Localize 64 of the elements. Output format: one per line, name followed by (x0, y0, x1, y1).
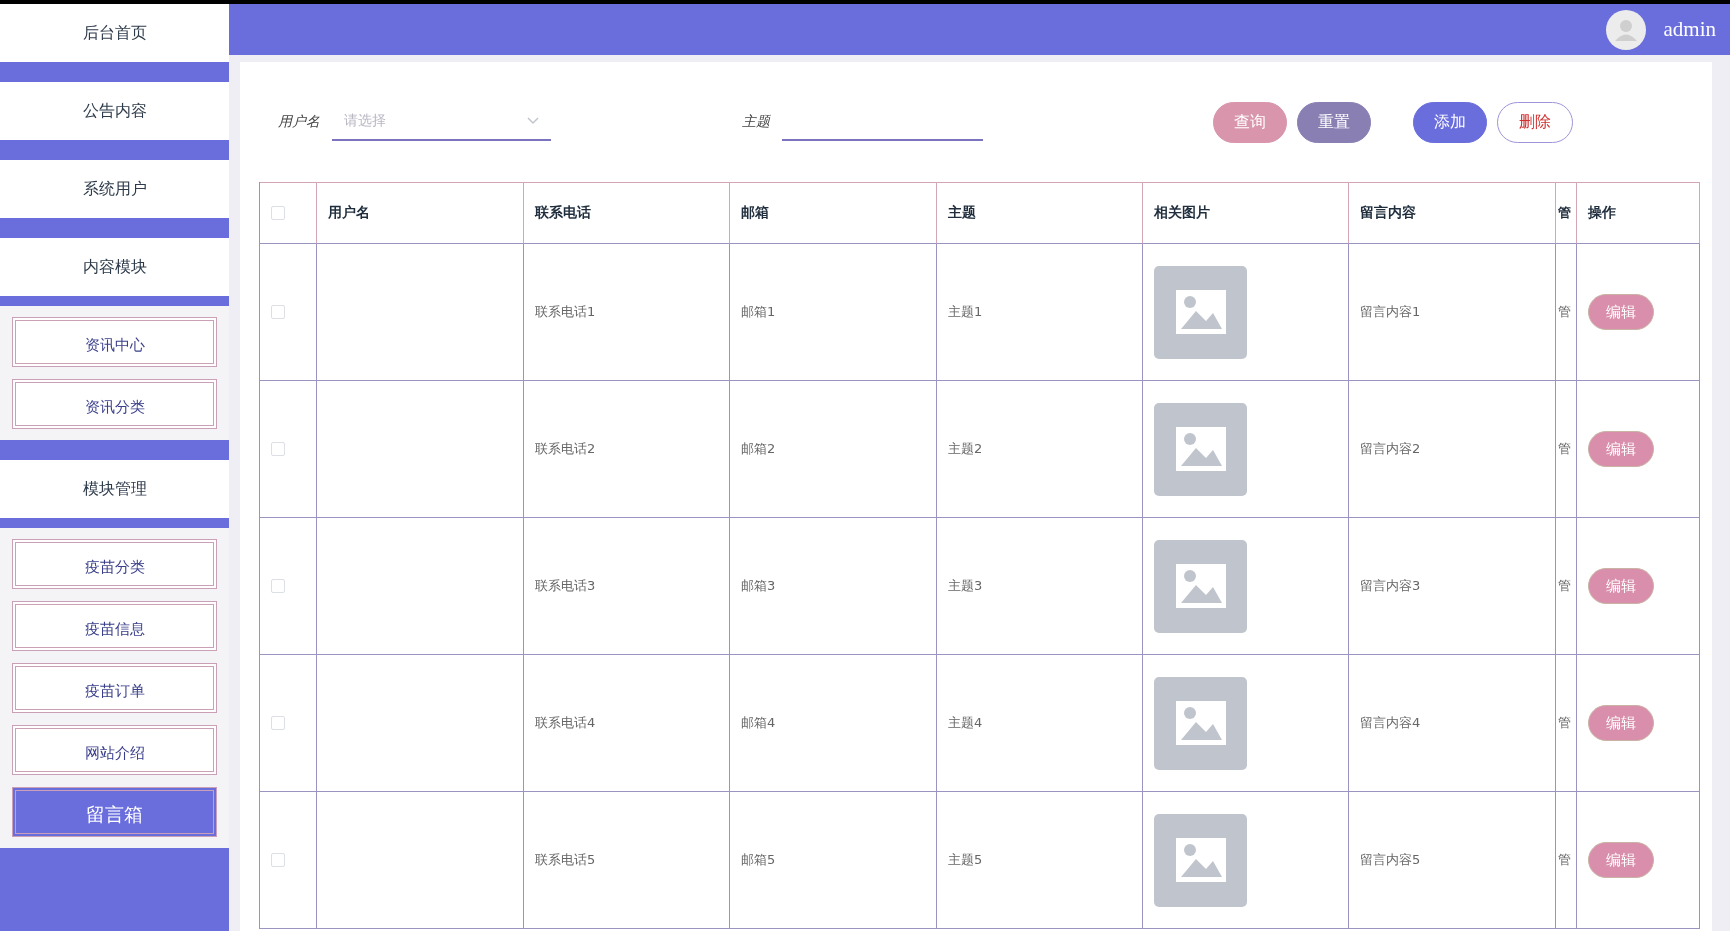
filter-label: 主题 (742, 113, 770, 131)
sidebar-subitem[interactable]: 留言箱 (12, 787, 217, 837)
image-placeholder-icon (1154, 402, 1247, 496)
checkbox[interactable] (271, 716, 285, 730)
sidebar-item[interactable]: 公告内容 (0, 82, 229, 140)
checkbox[interactable] (271, 442, 285, 456)
sidebar-subitem[interactable]: 疫苗分类 (12, 539, 217, 589)
image-placeholder-icon (1154, 813, 1247, 907)
table-cell: 联系电话5 (535, 851, 596, 869)
table-cell: 留言内容5 (1360, 851, 1421, 869)
table-cell: 留言内容4 (1360, 714, 1421, 732)
sidebar-subitem[interactable]: 资讯分类 (12, 379, 217, 429)
table-cell: 邮箱3 (741, 577, 776, 595)
image-placeholder-icon (1154, 265, 1247, 359)
table-cell: 邮箱4 (741, 714, 776, 732)
filter-label: 用户名 (278, 113, 320, 131)
delete-button[interactable]: 删除 (1497, 101, 1573, 143)
table-cell: 管 (1558, 303, 1571, 321)
column-header: 用户名 (317, 182, 524, 244)
reset-button[interactable]: 重置 (1297, 101, 1371, 143)
chevron-down-icon (527, 117, 539, 125)
column-header: 邮箱 (730, 182, 937, 244)
sidebar-subitem[interactable]: 疫苗信息 (12, 601, 217, 651)
checkbox[interactable] (271, 305, 285, 319)
table-cell: 管 (1558, 440, 1571, 458)
table-cell: 邮箱2 (741, 440, 776, 458)
column-header: 主题 (937, 182, 1143, 244)
add-button[interactable]: 添加 (1413, 101, 1487, 143)
image-placeholder-icon (1154, 539, 1247, 633)
column-header: 相关图片 (1143, 182, 1349, 244)
column-header: 联系电话 (524, 182, 730, 244)
checkbox[interactable] (271, 853, 285, 867)
table-cell: 主题3 (948, 577, 983, 595)
table-cell: 联系电话3 (535, 577, 596, 595)
table-cell: 管 (1558, 851, 1571, 869)
checkbox[interactable] (271, 579, 285, 593)
sidebar-item[interactable]: 内容模块 (0, 238, 229, 296)
column-header: 操作 (1577, 182, 1700, 244)
table-cell: 留言内容2 (1360, 440, 1421, 458)
table-cell: 联系电话4 (535, 714, 596, 732)
user-name[interactable]: admin (1663, 17, 1716, 42)
sidebar-subitem[interactable]: 网站介绍 (12, 725, 217, 775)
table-cell: 主题1 (948, 303, 983, 321)
checkbox[interactable] (271, 206, 285, 220)
sidebar-subitem[interactable]: 资讯中心 (12, 317, 217, 367)
table-cell: 管 (1558, 577, 1571, 595)
sidebar-item[interactable]: 后台首页 (0, 4, 229, 62)
image-placeholder-icon (1154, 676, 1247, 770)
column-header: 留言内容 (1349, 182, 1556, 244)
sidebar-subitem[interactable]: 疫苗订单 (12, 663, 217, 713)
avatar-icon[interactable] (1605, 9, 1646, 50)
table-cell: 主题4 (948, 714, 983, 732)
table-cell: 留言内容1 (1360, 303, 1421, 321)
table-cell: 邮箱1 (741, 303, 776, 321)
table-cell: 管 (1558, 714, 1571, 732)
table-cell: 留言内容3 (1360, 577, 1421, 595)
sidebar-item[interactable]: 系统用户 (0, 160, 229, 218)
table-cell: 联系电话2 (535, 440, 596, 458)
sidebar-item[interactable]: 模块管理 (0, 460, 229, 518)
column-header: 管 (1556, 182, 1577, 244)
table-cell: 主题5 (948, 851, 983, 869)
table-cell: 联系电话1 (535, 303, 596, 321)
table-cell: 主题2 (948, 440, 983, 458)
table-cell: 邮箱5 (741, 851, 776, 869)
